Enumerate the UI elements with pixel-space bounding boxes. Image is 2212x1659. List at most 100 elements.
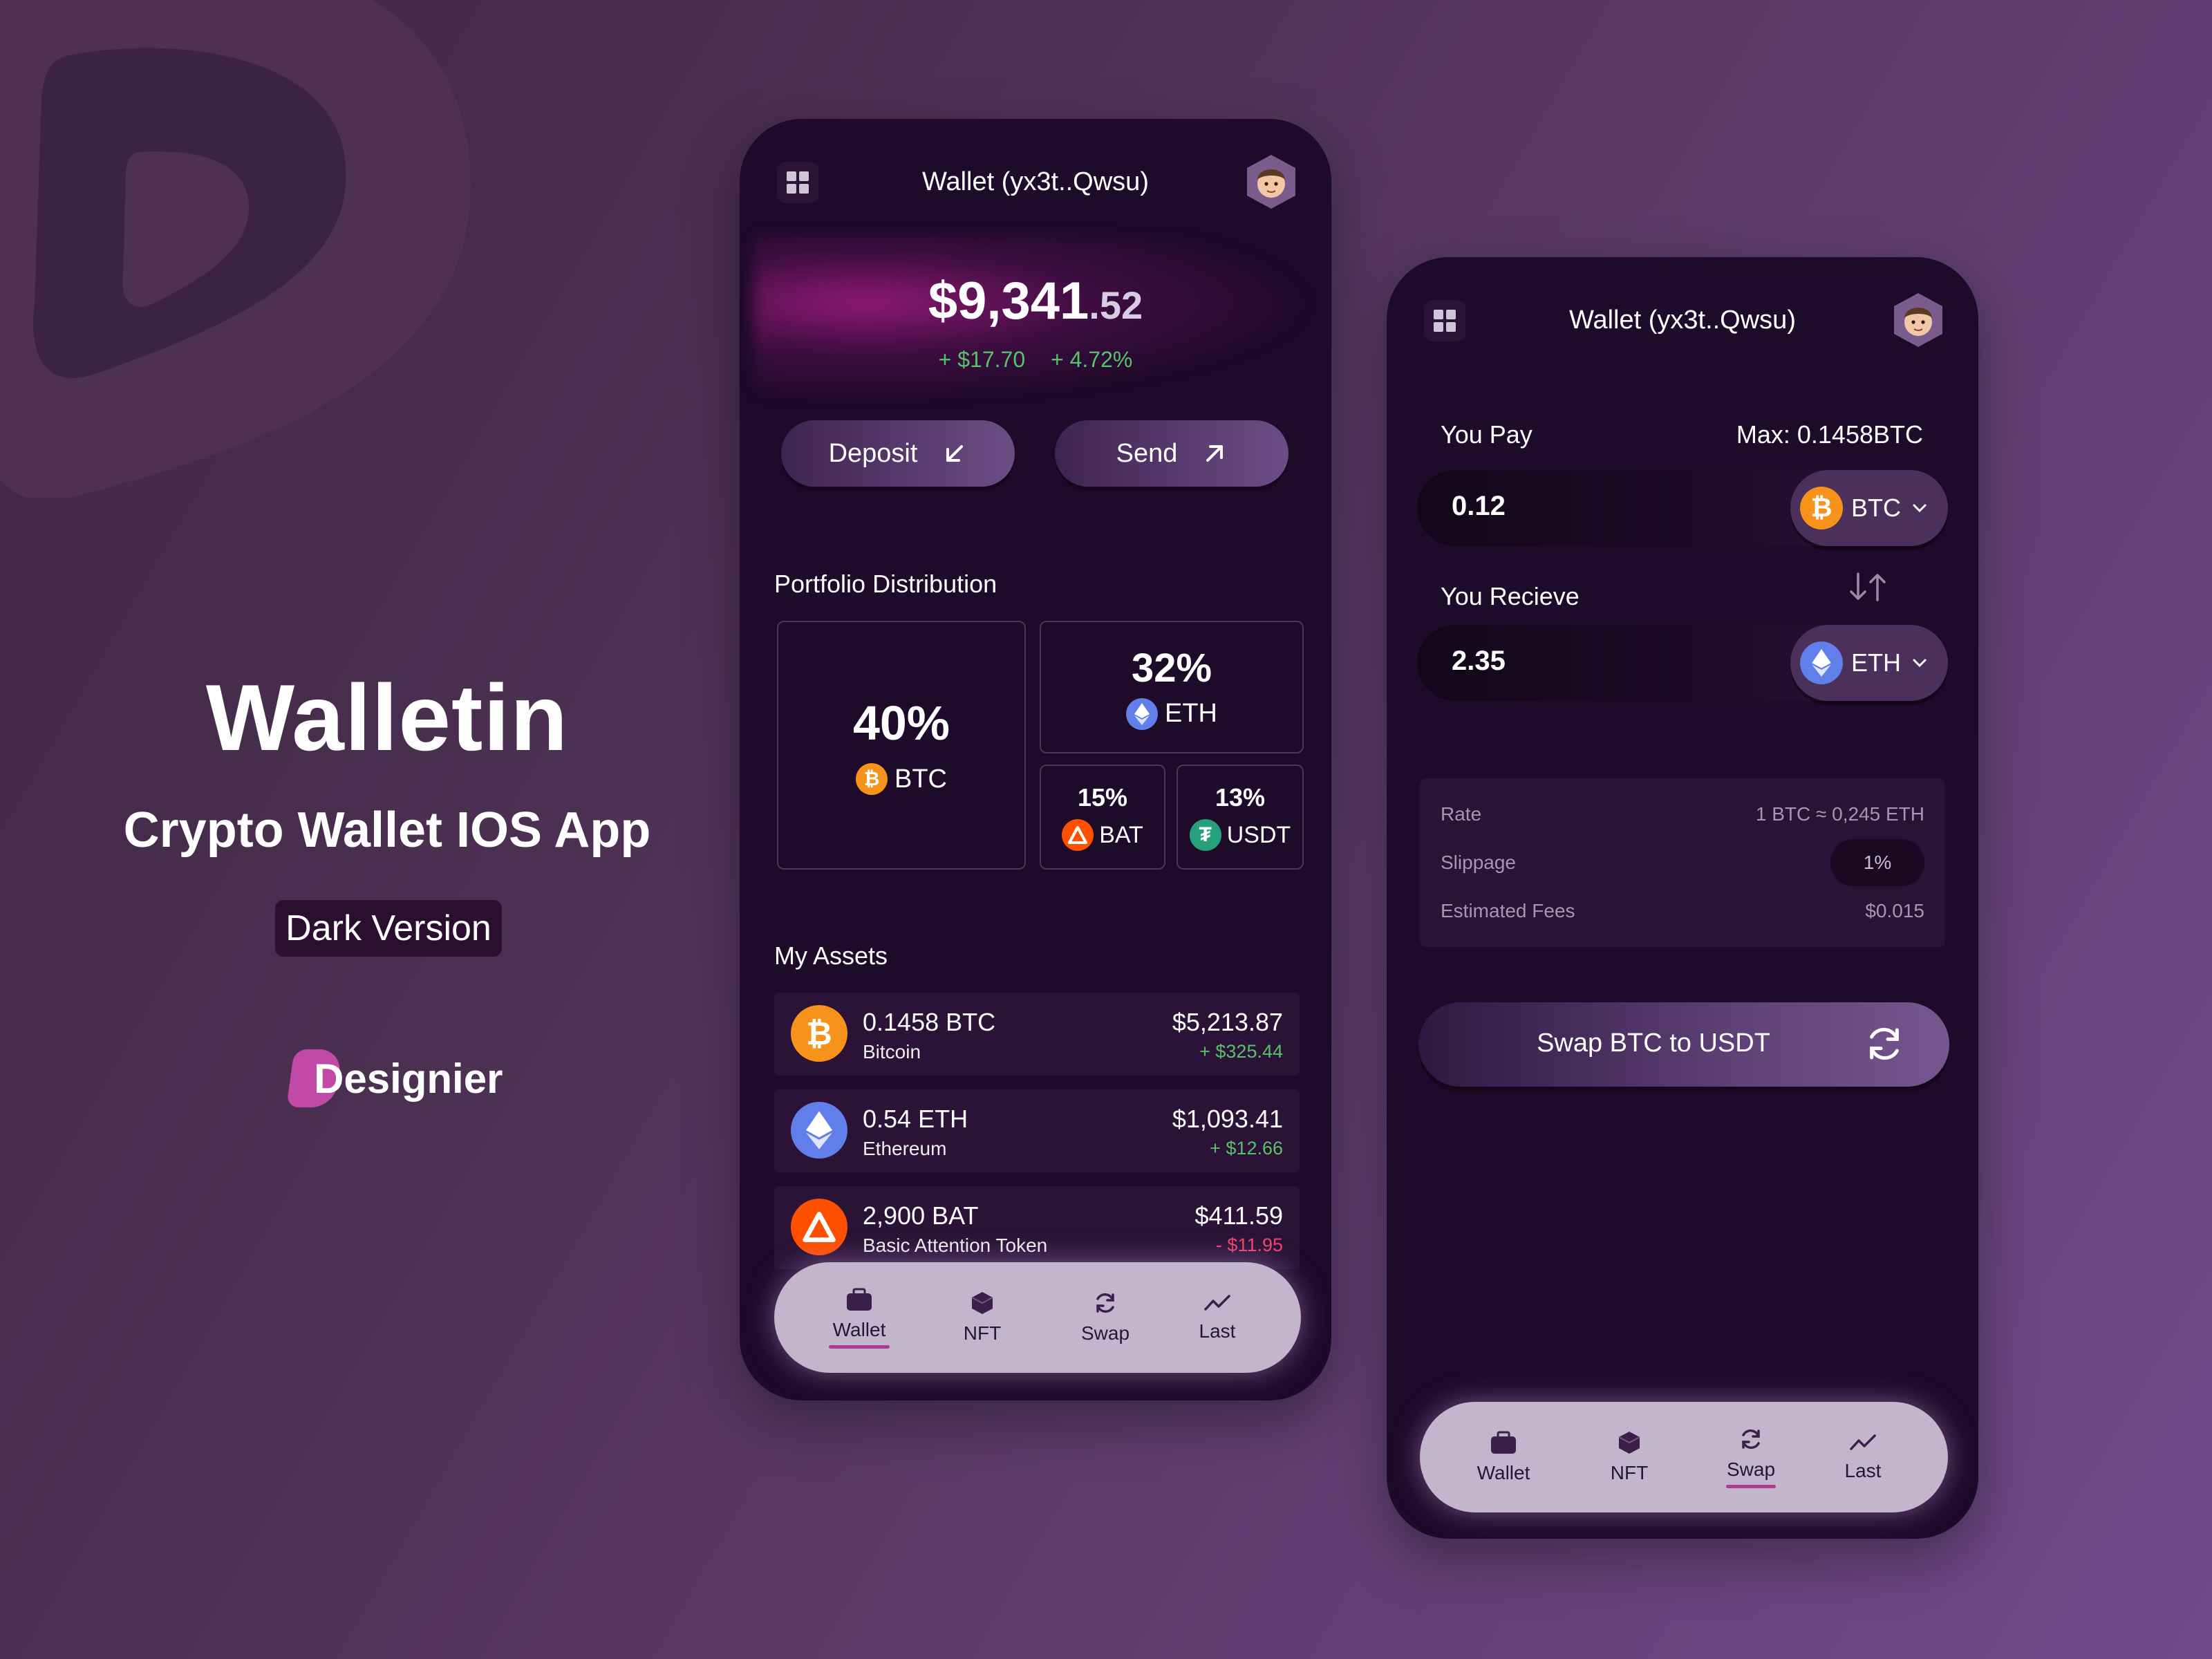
slippage-selector[interactable]: 1% <box>1830 839 1924 886</box>
asset-change: - $11.95 <box>1215 1235 1283 1255</box>
swap-button-label: Swap BTC to USDT <box>1537 1029 1770 1058</box>
tab-wallet[interactable]: Wallet <box>1452 1402 1555 1512</box>
receive-token-select[interactable]: ETH <box>1790 625 1948 701</box>
send-label: Send <box>1116 438 1178 468</box>
tab-label: Swap <box>1726 1458 1776 1480</box>
tab-last[interactable]: Last <box>1811 1402 1915 1512</box>
dist-percent: 15% <box>1077 783 1128 812</box>
chevron-down-icon <box>1913 504 1927 513</box>
asset-amount: 0.1458 BTC <box>863 1008 996 1036</box>
asset-change: + $12.66 <box>1210 1138 1283 1159</box>
top-bar: Wallet (yx3t..Qwsu) <box>740 119 1331 243</box>
refresh-icon <box>1742 1429 1760 1449</box>
slippage-row: Slippage 1% <box>1441 839 1924 886</box>
dist-percent: 32% <box>1131 645 1212 691</box>
cube-icon <box>1618 1432 1640 1454</box>
tab-label: Last <box>1199 1320 1236 1342</box>
dist-percent: 40% <box>852 696 950 750</box>
avatar[interactable] <box>1243 153 1300 210</box>
send-button[interactable]: Send <box>1055 420 1288 487</box>
tab-last[interactable]: Last <box>1165 1262 1269 1373</box>
asset-row-eth[interactable]: 0.54 ETH Ethereum $1,093.41 + $12.66 <box>774 1089 1300 1172</box>
balance-change-amount: + $17.70 <box>938 347 1026 372</box>
ethereum-icon <box>1126 697 1158 730</box>
pay-amount-field[interactable]: 0.12 ₿ BTC <box>1417 470 1948 546</box>
arrow-up-right-icon <box>1206 445 1224 462</box>
active-tab-indicator <box>829 1344 890 1349</box>
asset-amount: 0.54 ETH <box>863 1105 968 1133</box>
brand-subtitle: Crypto Wallet IOS App <box>123 803 651 858</box>
asset-name: Ethereum <box>863 1138 947 1159</box>
tab-swap[interactable]: Swap <box>1699 1402 1803 1512</box>
background-logo-shape <box>0 0 471 498</box>
tab-wallet[interactable]: Wallet <box>807 1262 911 1373</box>
tab-label: NFT <box>1610 1462 1649 1483</box>
dist-box-btc[interactable]: 40% ₿ BTC <box>777 621 1026 870</box>
wallet-icon <box>1491 1431 1516 1454</box>
tab-nft[interactable]: NFT <box>1577 1402 1681 1512</box>
asset-value: $1,093.41 <box>1172 1105 1283 1133</box>
tab-nft[interactable]: NFT <box>930 1262 1034 1373</box>
tab-bar: Wallet NFT Swap Last <box>1420 1402 1948 1512</box>
asset-value: $411.59 <box>1194 1201 1283 1230</box>
you-pay-label: You Pay <box>1441 420 1533 449</box>
swap-info-card: Rate 1 BTC ≈ 0,245 ETH Slippage 1% Estim… <box>1420 778 1945 947</box>
version-badge: Dark Version <box>275 900 502 957</box>
refresh-icon <box>1870 1027 1899 1060</box>
bat-icon <box>791 1199 847 1255</box>
top-bar: Wallet (yx3t..Qwsu) <box>1387 257 1978 382</box>
fees-value: $0.015 <box>1865 900 1924 921</box>
active-tab-indicator <box>1726 1484 1776 1488</box>
slippage-label: Slippage <box>1441 852 1516 873</box>
dist-box-bat[interactable]: 15% BAT <box>1040 765 1165 870</box>
balance-change-percent: + 4.72% <box>1051 347 1133 372</box>
receive-amount-value: 2.35 <box>1452 646 1506 676</box>
balance-main: $9,341 <box>928 272 1089 330</box>
swap-button[interactable]: Swap BTC to USDT <box>1418 1002 1949 1087</box>
swap-screen: Wallet (yx3t..Qwsu) You Pay Max: 0.1458B… <box>1387 257 1978 1539</box>
dist-symbol: ETH <box>1165 699 1217 728</box>
dist-symbol: BAT <box>1099 821 1143 848</box>
pay-token-label: BTC <box>1851 494 1901 522</box>
deposit-button[interactable]: Deposit <box>781 420 1015 487</box>
pay-amount-value: 0.12 <box>1452 491 1506 521</box>
tab-swap[interactable]: Swap <box>1053 1262 1157 1373</box>
dist-box-eth[interactable]: 32% ETH <box>1040 621 1304 753</box>
max-amount-label[interactable]: Max: 0.1458BTC <box>1736 420 1923 449</box>
asset-amount: 2,900 BAT <box>863 1201 979 1230</box>
cube-icon <box>971 1292 993 1314</box>
portfolio-title: Portfolio Distribution <box>774 570 997 598</box>
dist-box-usdt[interactable]: 13% ₮ USDT <box>1177 765 1304 870</box>
receive-token-label: ETH <box>1851 648 1901 677</box>
wallet-screen: Wallet (yx3t..Qwsu) $9,341.52 + $17.70 +… <box>740 119 1331 1400</box>
pay-token-select[interactable]: ₿ BTC <box>1790 470 1948 546</box>
bitcoin-icon: ₿ <box>1800 487 1843 529</box>
rate-row: Rate 1 BTC ≈ 0,245 ETH <box>1441 803 1924 825</box>
designer-logo: Designier <box>286 1049 503 1107</box>
asset-row-btc[interactable]: ₿ 0.1458 BTC Bitcoin $5,213.87 + $325.44 <box>774 993 1300 1076</box>
my-assets-title: My Assets <box>774 941 888 970</box>
swap-direction-icon[interactable] <box>1846 570 1890 604</box>
arrow-down-left-icon <box>946 445 964 462</box>
tab-label: Wallet <box>832 1318 886 1340</box>
bitcoin-icon: ₿ <box>791 1005 847 1062</box>
trend-chart-icon <box>1850 1434 1876 1450</box>
rate-value: 1 BTC ≈ 0,245 ETH <box>1755 803 1924 825</box>
refresh-icon <box>1096 1293 1114 1313</box>
asset-value: $5,213.87 <box>1172 1008 1283 1036</box>
asset-change: + $325.44 <box>1199 1041 1283 1062</box>
dist-percent: 13% <box>1215 783 1266 812</box>
fees-row: Estimated Fees $0.015 <box>1441 900 1924 922</box>
brand-title: Walletin <box>205 665 569 770</box>
trend-chart-icon <box>1204 1295 1230 1311</box>
balance-total: $9,341.52 <box>740 271 1331 331</box>
asset-name: Bitcoin <box>863 1041 921 1062</box>
balance-changes: + $17.70 + 4.72% <box>740 347 1331 373</box>
asset-row-bat[interactable]: 2,900 BAT Basic Attention Token $411.59 … <box>774 1186 1300 1269</box>
bitcoin-icon: ₿ <box>856 763 888 795</box>
tether-icon: ₮ <box>1189 819 1221 851</box>
avatar[interactable] <box>1890 292 1947 348</box>
rate-label: Rate <box>1441 803 1482 825</box>
chevron-down-icon <box>1913 659 1927 668</box>
receive-amount-field[interactable]: 2.35 ETH <box>1417 625 1948 701</box>
